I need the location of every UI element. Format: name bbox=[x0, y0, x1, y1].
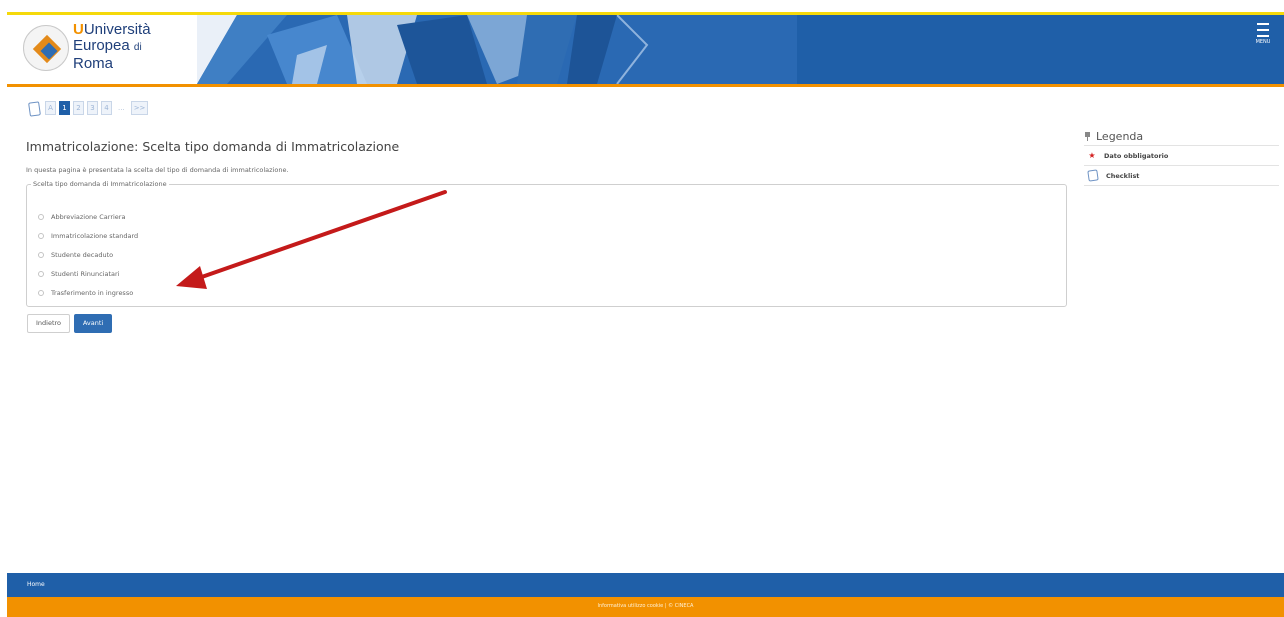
step-4[interactable]: 4 bbox=[101, 101, 112, 115]
option-label: Immatricolazione standard bbox=[51, 232, 139, 240]
legend-item-label: Checklist bbox=[1106, 171, 1140, 180]
option-studente-decaduto[interactable]: Studente decaduto bbox=[38, 251, 113, 259]
annotation-arrow bbox=[176, 190, 447, 289]
step-next[interactable]: >> bbox=[130, 101, 149, 115]
radio-button[interactable] bbox=[38, 233, 44, 239]
radio-button[interactable] bbox=[38, 290, 44, 296]
university-seal-icon bbox=[23, 25, 69, 71]
radio-button[interactable] bbox=[38, 271, 44, 277]
step-3[interactable]: 3 bbox=[87, 101, 98, 115]
page-title: Immatricolazione: Scelta tipo domanda di… bbox=[26, 139, 400, 154]
option-immatricolazione-standard[interactable]: Immatricolazione standard bbox=[38, 232, 138, 240]
menu-label: MENU bbox=[1255, 39, 1271, 45]
step-navigation: A 1 2 3 4 ... >> bbox=[26, 100, 149, 116]
page-intro: In questa pagina è presentata la scelta … bbox=[26, 166, 289, 174]
logo-line1: Università bbox=[83, 21, 151, 38]
logo-line2: Europea bbox=[73, 37, 130, 54]
application-type-fieldset: Scelta tipo domanda di Immatricolazione … bbox=[26, 180, 1067, 307]
option-trasferimento-in-ingresso[interactable]: Trasferimento in ingresso bbox=[38, 289, 133, 297]
pin-icon bbox=[1084, 132, 1091, 141]
radio-button[interactable] bbox=[38, 252, 44, 258]
footer-home-link[interactable]: Home bbox=[27, 581, 45, 588]
option-studenti-rinunciatari[interactable]: Studenti Rinunciatari bbox=[38, 270, 120, 278]
logo-text: UUniversità Europea di Roma bbox=[73, 21, 151, 72]
footer-info-text[interactable]: Informativa utilizzo cookie | © CINECA bbox=[7, 603, 1284, 609]
next-button[interactable]: Avanti bbox=[74, 314, 112, 333]
step-ellipsis: ... bbox=[118, 104, 125, 112]
university-logo[interactable]: UUniversità Europea di Roma bbox=[7, 15, 197, 84]
logo-line2-suffix: di bbox=[133, 42, 142, 53]
hamburger-icon bbox=[1257, 23, 1269, 37]
step-a[interactable]: A bbox=[45, 101, 56, 115]
legend-item-checklist: Checklist bbox=[1084, 166, 1279, 186]
logo-line3: Roma bbox=[73, 55, 114, 72]
checklist-icon bbox=[1087, 169, 1099, 182]
step-1[interactable]: 1 bbox=[59, 101, 70, 115]
option-label: Studenti Rinunciatari bbox=[51, 270, 120, 278]
site-header: UUniversità Europea di Roma MENU bbox=[7, 15, 1284, 84]
header-banner-image bbox=[197, 15, 797, 84]
fieldset-legend: Scelta tipo domanda di Immatricolazione bbox=[33, 180, 167, 188]
radio-button[interactable] bbox=[38, 214, 44, 220]
legend-title: Legenda bbox=[1096, 130, 1144, 143]
option-label: Abbreviazione Carriera bbox=[51, 213, 126, 221]
legend-header: Legenda bbox=[1084, 128, 1279, 146]
legend-item-required: ★ Dato obbligatorio bbox=[1084, 146, 1279, 166]
option-label: Trasferimento in ingresso bbox=[51, 289, 134, 297]
footer-info-bar: Informativa utilizzo cookie | © CINECA bbox=[7, 597, 1284, 617]
option-label: Studente decaduto bbox=[51, 251, 114, 259]
menu-button[interactable]: MENU bbox=[1252, 23, 1274, 59]
header-orange-stripe bbox=[7, 84, 1284, 87]
back-button[interactable]: Indietro bbox=[27, 314, 70, 333]
step-2[interactable]: 2 bbox=[73, 101, 84, 115]
footer-nav: Home bbox=[7, 573, 1284, 597]
required-star-icon: ★ bbox=[1088, 151, 1096, 160]
legend-item-label: Dato obbligatorio bbox=[1104, 151, 1169, 160]
checklist-icon[interactable] bbox=[26, 100, 42, 116]
legend-panel: Legenda ★ Dato obbligatorio Checklist bbox=[1084, 128, 1279, 186]
option-abbreviazione-carriera[interactable]: Abbreviazione Carriera bbox=[38, 213, 125, 221]
